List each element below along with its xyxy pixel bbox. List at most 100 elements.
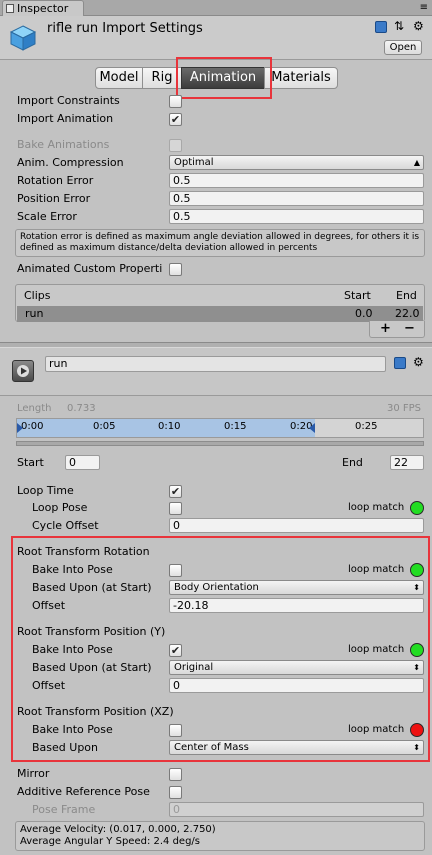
timeline-tick: 0:00 [21, 421, 44, 432]
tab-model[interactable]: Model [95, 67, 143, 89]
clip-row[interactable]: run 0.0 22.0 [17, 306, 423, 322]
loop-pose-match-indicator [410, 501, 424, 515]
end-label: End [342, 456, 363, 469]
inspector-tab-label: Inspector [17, 2, 69, 15]
root-position-xz-match-indicator [410, 723, 424, 737]
clip-gear-icon[interactable]: ⚙ [413, 355, 424, 369]
inspector-tab[interactable]: Inspector [2, 0, 84, 16]
start-marker-handle[interactable] [17, 423, 23, 433]
mirror-label: Mirror [17, 767, 50, 780]
timeline-tick: 0:10 [158, 421, 181, 432]
clip-header: run ⚙ [0, 348, 432, 396]
timeline-tick: 0:25 [355, 421, 378, 432]
root-rotation-based-dropdown[interactable]: Body Orientation ⬍ [169, 580, 424, 595]
root-rotation-offset-field[interactable]: -20.18 [169, 598, 424, 613]
dropdown-arrow-icon: ⬍ [413, 663, 420, 672]
help-box: Rotation error is defined as maximum ang… [15, 229, 425, 257]
cycle-offset-label: Cycle Offset [32, 519, 99, 532]
additive-reference-pose-checkbox[interactable] [169, 786, 182, 799]
root-position-y-offset-label: Offset [32, 679, 66, 692]
model-asset-icon [9, 24, 37, 52]
mirror-checkbox[interactable] [169, 768, 182, 781]
root-rotation-match-indicator [410, 563, 424, 577]
root-position-xz-based-value: Center of Mass [174, 742, 249, 753]
gear-icon[interactable]: ⚙ [413, 19, 424, 33]
cycle-offset-field[interactable]: 0 [169, 518, 424, 533]
root-rotation-based-value: Body Orientation [174, 582, 259, 593]
timeline[interactable]: 0:00 0:05 0:10 0:15 0:20 0:25 [16, 418, 424, 438]
root-position-y-based-label: Based Upon (at Start) [32, 661, 152, 674]
clip-row-end: 22.0 [395, 307, 420, 320]
scale-error-field[interactable]: 0.5 [169, 209, 424, 224]
loop-time-checkbox[interactable]: ✔ [169, 485, 182, 498]
loop-pose-checkbox[interactable] [169, 502, 182, 515]
start-field[interactable]: 0 [65, 455, 100, 470]
rotation-error-field[interactable]: 0.5 [169, 173, 424, 188]
root-position-xz-based-label: Based Upon [32, 741, 98, 754]
dropdown-arrow-icon: ⬍ [413, 583, 420, 592]
bake-animations-checkbox [169, 139, 182, 152]
root-position-y-bake-checkbox[interactable]: ✔ [169, 644, 182, 657]
root-position-y-title: Root Transform Position (Y) [17, 625, 166, 638]
clips-header-start: Start [344, 289, 371, 302]
import-animation-checkbox[interactable]: ✔ [169, 113, 182, 126]
root-rotation-offset-label: Offset [32, 599, 66, 612]
timeline-track [16, 441, 424, 446]
clip-name-field[interactable]: run [45, 356, 386, 372]
help-text: Rotation error is defined as maximum ang… [20, 232, 420, 253]
page-title: rifle run Import Settings [47, 21, 203, 36]
root-rotation-title: Root Transform Rotation [17, 545, 150, 558]
remove-clip-button[interactable]: − [404, 321, 415, 336]
loop-pose-label: Loop Pose [32, 501, 88, 514]
fps-value: 30 FPS [387, 403, 422, 414]
preset-icon[interactable]: ⇅ [394, 19, 404, 33]
inspector-header: rifle run Import Settings ⇅ ⚙ Open [0, 16, 432, 60]
import-animation-label: Import Animation [17, 112, 114, 125]
import-constraints-checkbox[interactable] [169, 95, 182, 108]
root-position-y-bake-label: Bake Into Pose [32, 643, 113, 656]
additive-reference-pose-label: Additive Reference Pose [17, 785, 150, 798]
root-position-y-offset-field[interactable]: 0 [169, 678, 424, 693]
dropdown-arrow-icon: ▲ [413, 158, 420, 167]
clip-help-icon[interactable] [394, 357, 406, 369]
animation-tab-highlight [176, 57, 272, 99]
tab-materials[interactable]: Materials [264, 67, 338, 89]
end-field[interactable]: 22 [390, 455, 424, 470]
root-position-xz-bake-checkbox[interactable] [169, 724, 182, 737]
start-label: Start [17, 456, 44, 469]
dropdown-arrow-icon: ⬍ [413, 743, 420, 752]
play-icon[interactable] [12, 360, 34, 382]
anim-compression-value: Optimal [174, 157, 214, 168]
tab-options-icon[interactable]: ≡ [420, 2, 428, 13]
length-label: Length [17, 403, 52, 414]
animated-custom-properties-checkbox[interactable] [169, 263, 182, 276]
root-position-xz-title: Root Transform Position (XZ) [17, 705, 174, 718]
root-position-y-based-value: Original [174, 662, 214, 673]
help-book-icon[interactable] [375, 21, 387, 33]
root-position-y-match-indicator [410, 643, 424, 657]
position-error-label: Position Error [17, 192, 91, 205]
clips-header-name: Clips [24, 289, 51, 302]
root-position-y-based-dropdown[interactable]: Original ⬍ [169, 660, 424, 675]
open-button[interactable]: Open [384, 40, 422, 55]
anim-compression-label: Anim. Compression [17, 156, 124, 169]
end-marker-handle[interactable] [309, 423, 315, 433]
root-rotation-match-label: loop match [348, 564, 405, 575]
rotation-error-label: Rotation Error [17, 174, 94, 187]
clips-footer: + − [369, 321, 425, 338]
import-constraints-label: Import Constraints [17, 94, 120, 107]
length-value: 0.733 [67, 403, 96, 414]
root-rotation-bake-checkbox[interactable] [169, 564, 182, 577]
add-clip-button[interactable]: + [380, 321, 391, 336]
motion-info-box: Average Velocity: (0.017, 0.000, 2.750) … [15, 821, 425, 851]
loop-pose-match-label: loop match [348, 502, 405, 513]
root-rotation-based-label: Based Upon (at Start) [32, 581, 152, 594]
animated-custom-properties-label: Animated Custom Properti [17, 262, 163, 275]
position-error-field[interactable]: 0.5 [169, 191, 424, 206]
anim-compression-dropdown[interactable]: Optimal ▲ [169, 155, 424, 170]
root-position-xz-based-dropdown[interactable]: Center of Mass ⬍ [169, 740, 424, 755]
pose-frame-field: 0 [169, 802, 424, 817]
root-rotation-bake-label: Bake Into Pose [32, 563, 113, 576]
timeline-tick: 0:05 [93, 421, 116, 432]
timeline-tick: 0:15 [224, 421, 247, 432]
